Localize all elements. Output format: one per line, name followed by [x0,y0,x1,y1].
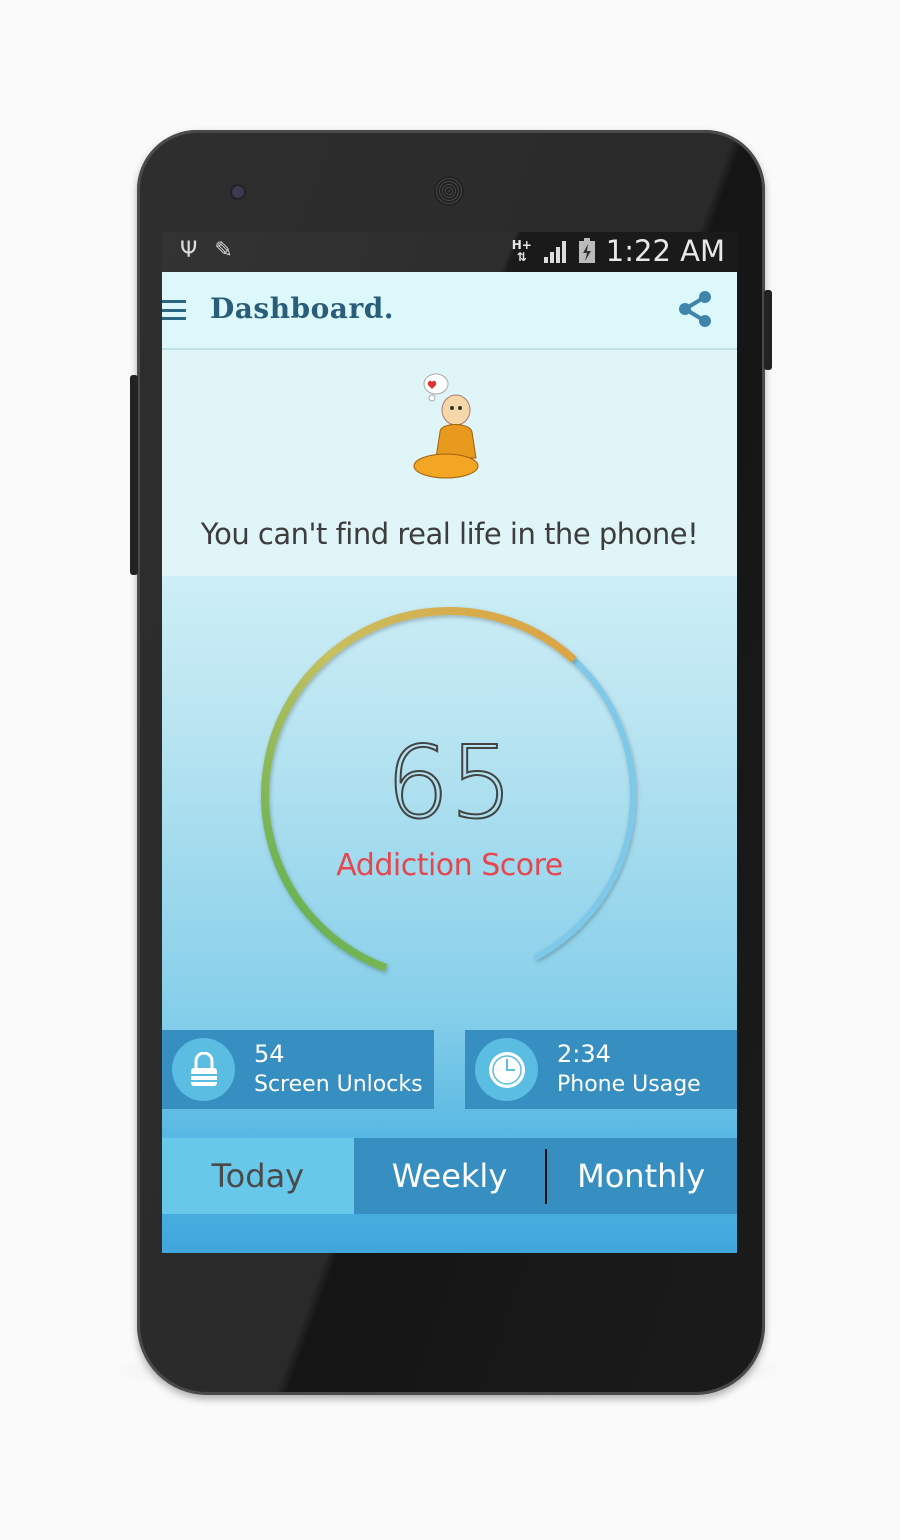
clock-icon [475,1038,538,1101]
monk-mascot-image [413,373,479,479]
battery-charging-icon [578,238,595,263]
tab-monthly[interactable]: Monthly [545,1138,737,1214]
earpiece-speaker [434,176,464,206]
screen: Ψ ✎ H+ ⇅ 1:22 AM Dashboard. You can't fin… [162,232,737,1253]
tab-divider [545,1149,548,1204]
app-bar: Dashboard. [162,272,737,350]
pencil-icon: ✎ [214,238,233,263]
screen-unlocks-value: 54 [254,1040,285,1068]
hamburger-icon[interactable] [162,300,186,320]
data-arrows-icon: H+ ⇅ [511,238,532,264]
usb-icon: Ψ [180,238,198,263]
front-camera [232,186,244,198]
tab-today[interactable]: Today [162,1138,354,1214]
power-button [764,290,772,370]
period-tabs: Today Weekly Monthly [162,1138,737,1214]
page-title: Dashboard. [210,292,395,325]
screen-unlocks-label: Screen Unlocks [254,1072,423,1097]
motivational-quote: You can't find real life in the phone! [200,517,699,551]
phone-usage-value: 2:34 [557,1040,611,1068]
status-bar: Ψ ✎ H+ ⇅ 1:22 AM [162,232,737,272]
network-type: H+ [511,238,532,252]
screen-unlocks-card: 54 Screen Unlocks [162,1030,434,1109]
addiction-score-label: Addiction Score [336,848,563,883]
volume-button [130,375,138,575]
tab-monthly-label: Monthly [577,1157,706,1195]
addiction-score-value: 65 [385,723,514,842]
clock-time: 1:22 AM [605,234,725,268]
signal-icon [543,241,566,263]
lock-icon [172,1038,235,1101]
tab-weekly[interactable]: Weekly [354,1138,546,1214]
phone-usage-card: 2:34 Phone Usage [465,1030,737,1109]
share-icon[interactable] [677,290,713,328]
phone-usage-label: Phone Usage [557,1072,701,1097]
